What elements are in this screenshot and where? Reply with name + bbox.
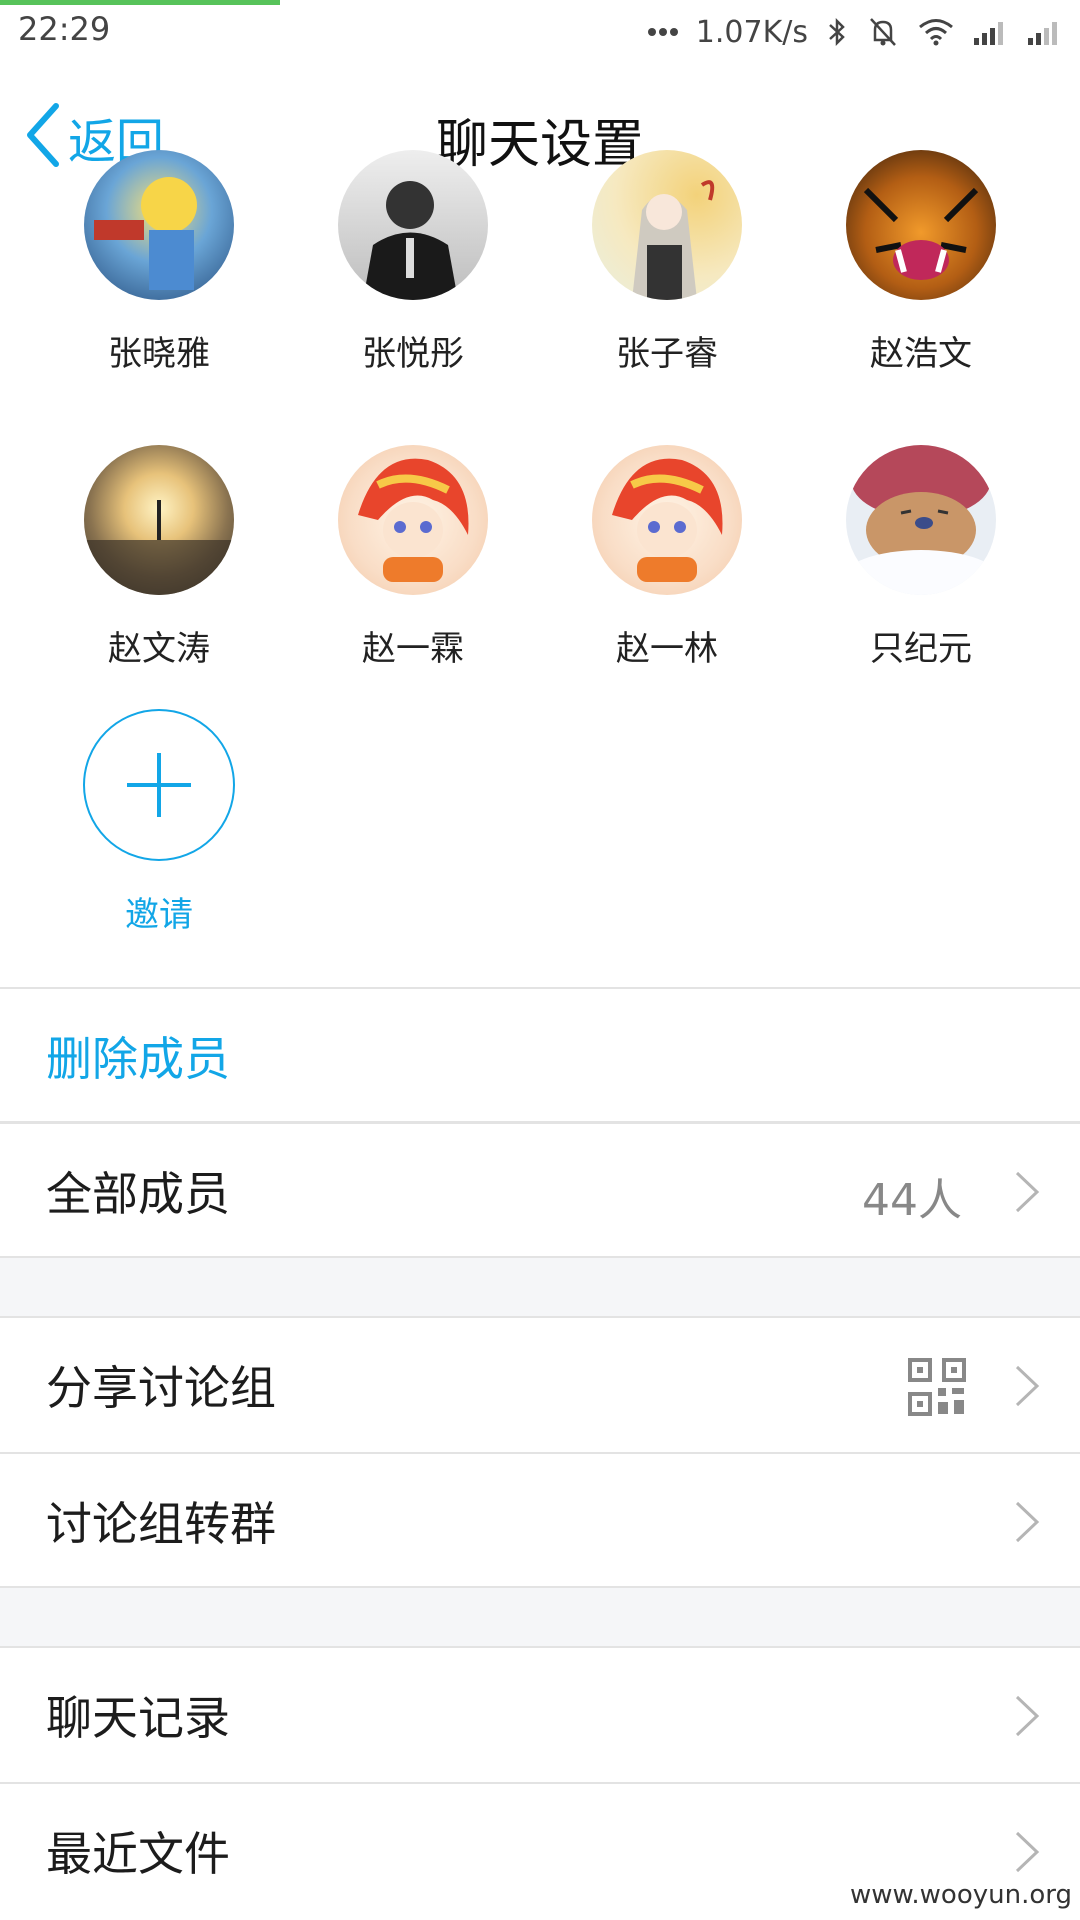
member-item[interactable]: 赵浩文	[821, 150, 1021, 375]
member-name: 赵浩文	[870, 334, 972, 374]
avatar	[592, 445, 742, 595]
signal-icon	[972, 18, 1008, 46]
convert-group-row[interactable]: 讨论组转群	[0, 1454, 1080, 1588]
remove-members-button[interactable]: 删除成员	[0, 989, 1080, 1123]
remove-members-label: 删除成员	[46, 1032, 230, 1086]
invite-label: 邀请	[125, 895, 193, 935]
status-bar: 22:29 1.07K/s	[0, 0, 1080, 60]
signal-icon	[1026, 18, 1062, 46]
qr-code-icon	[908, 1358, 966, 1420]
avatar	[338, 445, 488, 595]
chevron-right-icon	[1014, 1500, 1040, 1548]
member-name: 赵一林	[616, 629, 718, 669]
member-item[interactable]: 只纪元	[821, 445, 1021, 670]
member-item[interactable]: 张子睿	[567, 150, 767, 375]
section-gap	[0, 1586, 1080, 1648]
status-icons: 1.07K/s	[647, 10, 1062, 54]
avatar	[84, 150, 234, 300]
all-members-row[interactable]: 全部成员 44人	[0, 1124, 1080, 1258]
member-name: 张悦彤	[362, 334, 464, 374]
member-item[interactable]: 张晓雅	[59, 150, 259, 375]
member-item[interactable]: 张悦彤	[313, 150, 513, 375]
chevron-right-icon	[1014, 1170, 1040, 1218]
network-speed: 1.07K/s	[695, 14, 808, 50]
bluetooth-icon	[826, 16, 848, 48]
status-time: 22:29	[18, 10, 111, 48]
avatar	[846, 150, 996, 300]
member-item[interactable]: 赵文涛	[59, 445, 259, 670]
member-count: 44人	[862, 1175, 962, 1226]
chevron-right-icon	[1014, 1364, 1040, 1412]
chevron-right-icon	[1014, 1830, 1040, 1878]
avatar	[592, 150, 742, 300]
member-item[interactable]: 赵一林	[567, 445, 767, 670]
watermark: www.wooyun.org	[849, 1880, 1072, 1910]
member-name: 张晓雅	[108, 334, 210, 374]
invite-button[interactable]: 邀请	[59, 709, 259, 936]
member-name: 赵文涛	[108, 629, 210, 669]
chevron-right-icon	[1014, 1694, 1040, 1742]
share-group-label: 分享讨论组	[46, 1361, 276, 1415]
member-name: 只纪元	[870, 629, 972, 669]
convert-group-label: 讨论组转群	[46, 1497, 276, 1551]
chat-history-label: 聊天记录	[46, 1691, 230, 1745]
mute-icon	[866, 15, 900, 49]
member-item[interactable]: 赵一霖	[313, 445, 513, 670]
chat-history-row[interactable]: 聊天记录	[0, 1648, 1080, 1782]
wifi-icon	[918, 18, 954, 46]
avatar	[338, 150, 488, 300]
chat-settings-screen: 22:29 1.07K/s 返回 聊天设置 张晓雅 张悦彤 张子睿 赵浩文 赵文…	[0, 0, 1080, 1920]
more-dots-icon	[647, 27, 678, 37]
loading-progress-line	[0, 0, 280, 5]
invite-circle	[83, 709, 235, 861]
section-gap	[0, 1256, 1080, 1318]
all-members-label: 全部成员	[46, 1167, 230, 1221]
member-name: 赵一霖	[362, 629, 464, 669]
avatar	[84, 445, 234, 595]
recent-files-label: 最近文件	[46, 1827, 230, 1881]
avatar	[846, 445, 996, 595]
member-name: 张子睿	[616, 334, 718, 374]
share-group-row[interactable]: 分享讨论组	[0, 1318, 1080, 1452]
